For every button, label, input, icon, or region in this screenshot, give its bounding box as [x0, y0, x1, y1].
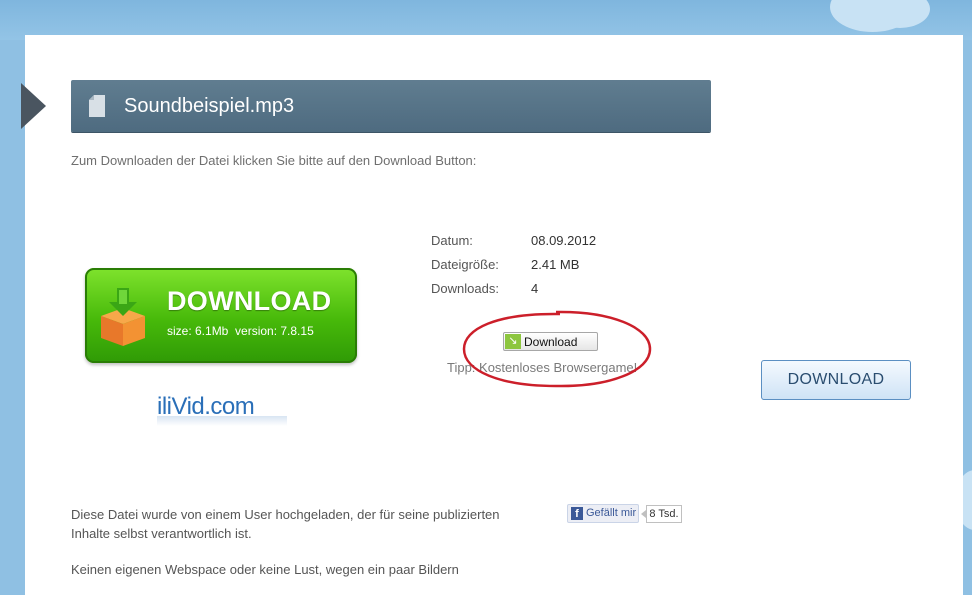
- uploader-notice: Diese Datei wurde von einem User hochgel…: [71, 507, 500, 541]
- file-name-title: Soundbeispiel.mp3: [124, 95, 295, 117]
- facebook-like-count: 8 Tsd.: [646, 505, 682, 523]
- download-button-large[interactable]: DOWNLOAD: [761, 360, 911, 400]
- downloads-label: Downloads:: [431, 281, 499, 296]
- facebook-like-label: Gefällt mir: [586, 507, 637, 519]
- sky-background: [0, 0, 972, 40]
- ad-download-button[interactable]: DOWNLOAD size: 6.1Mb version: 7.8.15: [85, 268, 357, 363]
- downloads-value: 4: [531, 281, 539, 296]
- ad-title: DOWNLOAD: [167, 286, 332, 316]
- side-arrow-icon: [21, 83, 46, 129]
- ad-subtitle: size: 6.1Mb version: 7.8.15: [167, 324, 314, 338]
- logo-reflection: [157, 416, 287, 426]
- file-icon: [89, 95, 105, 117]
- facebook-like-button[interactable]: f Gefällt mir: [567, 504, 639, 523]
- date-value: 08.09.2012: [531, 233, 597, 248]
- webspace-notice: Keinen eigenen Webspace oder keine Lust,…: [71, 562, 459, 577]
- filesize-label: Dateigröße:: [431, 257, 499, 272]
- download-instruction: Zum Downloaden der Datei klicken Sie bit…: [71, 153, 477, 168]
- download-box-icon: [101, 288, 145, 346]
- facebook-icon: f: [571, 507, 583, 520]
- filesize-value: 2.41 MB: [531, 257, 580, 272]
- highlight-circle: [462, 310, 652, 388]
- file-title-bar: Soundbeispiel.mp3: [71, 80, 711, 132]
- date-label: Datum:: [431, 233, 473, 248]
